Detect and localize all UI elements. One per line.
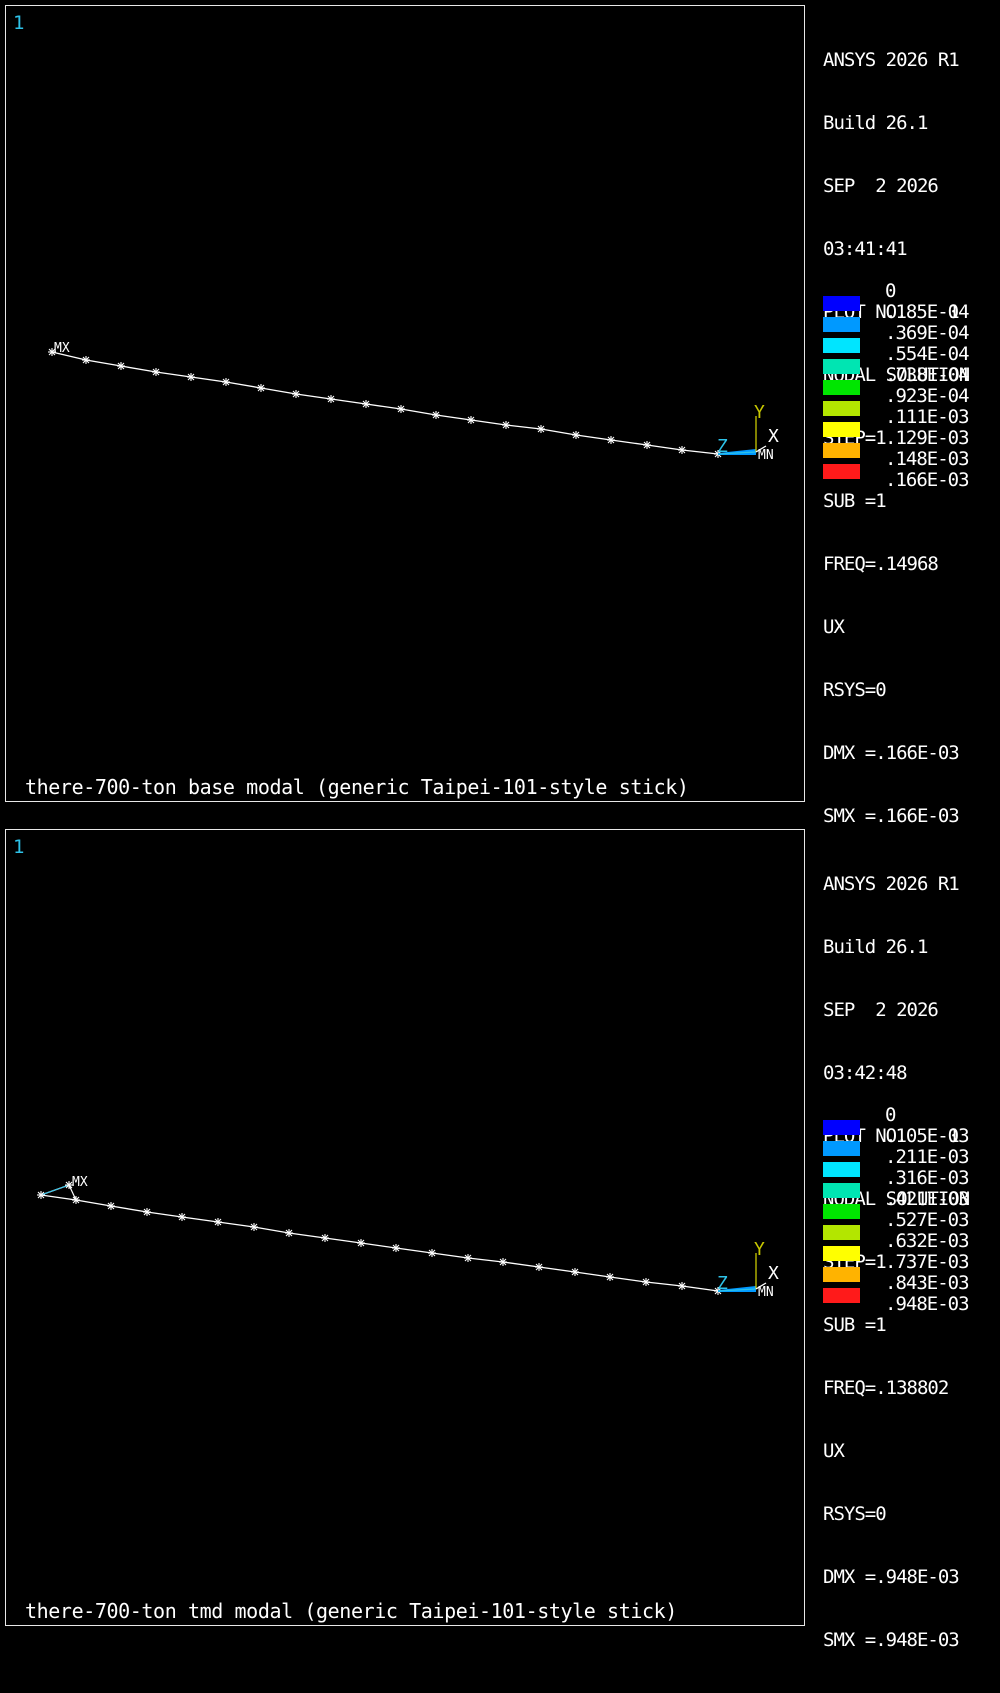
legend-swatch	[823, 296, 860, 311]
plot-date: SEP 2 2026	[823, 999, 939, 1021]
stick-model-line	[51, 351, 757, 455]
legend-value: 0	[885, 1104, 896, 1126]
legend-value: .148E-03	[885, 448, 970, 470]
legend-value: .211E-03	[885, 1146, 970, 1168]
stick-model-line	[40, 1194, 757, 1292]
window-number: 1	[13, 836, 25, 858]
legend-swatch	[823, 317, 860, 332]
smx-value: SMX =.948E-03	[823, 1629, 960, 1651]
plot-time: 03:42:48	[823, 1062, 908, 1084]
legend-value: .369E-04	[885, 322, 970, 344]
legend-row: .948E-03	[823, 1288, 1000, 1315]
substep-value: SUB =1	[823, 1314, 887, 1336]
axis-y-label: Y	[754, 1239, 765, 1260]
substep-value: SUB =1	[823, 490, 887, 512]
model-view: Y Z X MX MN	[48, 341, 779, 463]
tmd-branch-tip	[40, 1184, 70, 1196]
legend-value: .738E-04	[885, 364, 970, 386]
legend-value: .166E-03	[885, 469, 970, 491]
legend-swatch	[823, 1162, 860, 1177]
axis-x-label: X	[768, 1263, 779, 1284]
frequency-value: FREQ=.14968	[823, 553, 939, 575]
axis-y-label: Y	[754, 402, 765, 423]
rsys-value: RSYS=0	[823, 679, 887, 701]
window-number: 1	[13, 12, 25, 34]
axis-z-label: Z	[717, 436, 728, 457]
mx-marker-label: MX	[54, 341, 70, 356]
legend-swatch	[823, 1204, 860, 1219]
legend-swatch	[823, 464, 860, 479]
axis-z-label: Z	[717, 1273, 728, 1294]
legend-value: .554E-04	[885, 343, 970, 365]
product-version: ANSYS 2026 R1	[823, 49, 960, 71]
plot-date: SEP 2 2026	[823, 175, 939, 197]
axis-x-label: X	[768, 426, 779, 447]
legend-swatch	[823, 1288, 860, 1303]
legend-swatch	[823, 338, 860, 353]
mn-marker-label: MN	[758, 1285, 774, 1300]
plot-window-2: Y Z X MX MN 1 there-700-ton tmd modal (g…	[0, 824, 1000, 1651]
legend-swatch	[823, 443, 860, 458]
legend-value: .923E-04	[885, 385, 970, 407]
legend-swatch	[823, 359, 860, 374]
legend-row: .166E-03	[823, 464, 1000, 491]
legend-swatch	[823, 1225, 860, 1240]
legend-swatch	[823, 1267, 860, 1282]
dmx-value: DMX =.948E-03	[823, 1566, 960, 1588]
rsys-value: RSYS=0	[823, 1503, 887, 1525]
build-number: Build 26.1	[823, 936, 928, 958]
contour-legend: 0 .185E-04 .369E-04 .554E-04 .738E-04 .9…	[823, 281, 1000, 491]
graphics-viewport[interactable]: Y Z X MX MN 1 there-700-ton tmd modal (g…	[5, 829, 805, 1626]
legend-swatch	[823, 1183, 860, 1198]
legend-value: .527E-03	[885, 1209, 970, 1231]
legend-value: .129E-03	[885, 427, 970, 449]
model-view: Y Z X MX MN	[37, 1175, 779, 1300]
legend-swatch	[823, 1246, 860, 1261]
legend-value: .316E-03	[885, 1167, 970, 1189]
plot-caption: there-700-ton tmd modal (generic Taipei-…	[25, 1599, 677, 1623]
legend-swatch	[823, 401, 860, 416]
legend-value: .421E-03	[885, 1188, 970, 1210]
legend-value: .948E-03	[885, 1293, 970, 1315]
legend-value: 0	[885, 280, 896, 302]
dmx-value: DMX =.166E-03	[823, 742, 960, 764]
mn-marker-label: MN	[758, 448, 774, 463]
legend-value: .185E-04	[885, 301, 970, 323]
legend-swatch	[823, 380, 860, 395]
plot-window-1: Y Z X MX MN 1 there-700-ton base modal (…	[0, 0, 1000, 827]
frequency-value: FREQ=.138802	[823, 1377, 949, 1399]
graphics-viewport[interactable]: Y Z X MX MN 1 there-700-ton base modal (…	[5, 5, 805, 802]
legend-value: .737E-03	[885, 1251, 970, 1273]
legend-value: .111E-03	[885, 406, 970, 428]
product-version: ANSYS 2026 R1	[823, 873, 960, 895]
result-item: UX	[823, 1440, 845, 1462]
legend-value: .632E-03	[885, 1230, 970, 1252]
result-item: UX	[823, 616, 845, 638]
legend-swatch	[823, 1141, 860, 1156]
build-number: Build 26.1	[823, 112, 928, 134]
legend-value: .105E-03	[885, 1125, 970, 1147]
plot-caption: there-700-ton base modal (generic Taipei…	[25, 775, 689, 799]
legend-swatch	[823, 422, 860, 437]
contour-legend: 0 .105E-03 .211E-03 .316E-03 .421E-03 .5…	[823, 1105, 1000, 1315]
plot-time: 03:41:41	[823, 238, 908, 260]
legend-swatch	[823, 1120, 860, 1135]
legend-value: .843E-03	[885, 1272, 970, 1294]
mx-marker-label: MX	[72, 1175, 88, 1190]
